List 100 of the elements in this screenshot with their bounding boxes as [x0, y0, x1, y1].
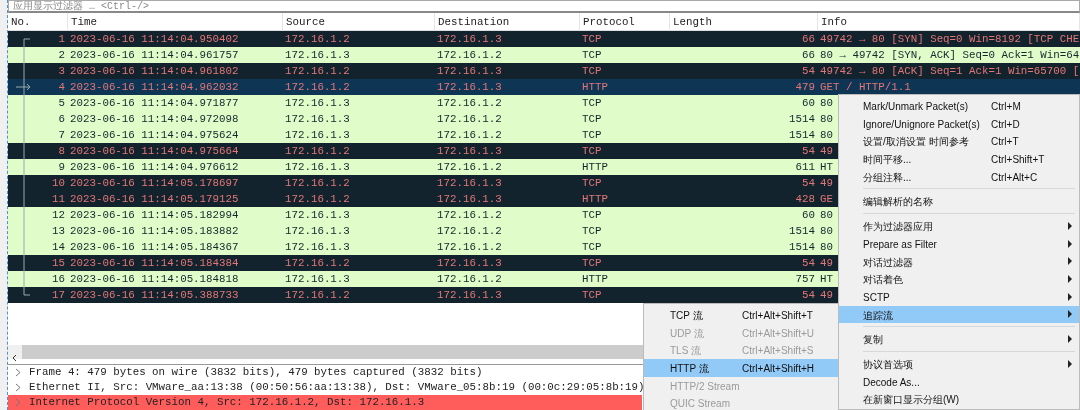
selected-tree-row[interactable]: Internet Protocol Version 4, Src: 172.16.1.2, Dst: 172.16.1.3 [8, 395, 642, 410]
table-cell: TCP [582, 65, 602, 77]
table-cell: 80 → 49742 [SYN, ACK] Seq=0 Ack=1 Win=64 [820, 49, 1080, 61]
table-cell: 428 [795, 193, 815, 205]
table-cell: 80 [820, 209, 833, 221]
table-cell: HTTP [582, 161, 608, 173]
table-cell: HTTP [582, 81, 608, 93]
packet-row[interactable]: 4 2023-06-16 11:14:04.962032 172.16.1.2 172.16.1.3 HTTP 479 GET / HTTP/1.1 [8, 79, 1080, 95]
table-cell: 172.16.1.2 [285, 257, 350, 269]
table-cell: 49 [820, 289, 833, 301]
table-cell: 2023-06-16 11:14:04.976612 [70, 161, 239, 173]
table-cell: 2023-06-16 11:14:04.961757 [70, 49, 239, 61]
table-cell: 2023-06-16 11:14:04.972098 [70, 113, 239, 125]
table-cell: GET / HTTP/1.1 [820, 81, 911, 93]
table-cell: 172.16.1.2 [437, 161, 502, 173]
packet-row[interactable]: 3 2023-06-16 11:14:04.961802 172.16.1.2 172.16.1.3 TCP 54 49742 → 80 [ACK] Seq=1 Ack=1 Win=65700 [ [8, 63, 1080, 79]
table-cell: 49 [820, 257, 833, 269]
table-cell: 172.16.1.2 [437, 241, 502, 253]
table-cell: 80 [820, 97, 833, 109]
table-cell: 479 [795, 81, 815, 93]
table-cell: 54 [802, 145, 815, 157]
menu-item[interactable]: Decode As... [839, 372, 1079, 391]
table-cell: 54 [802, 257, 815, 269]
table-cell: 172.16.1.3 [437, 145, 502, 157]
table-cell: 1514 [789, 241, 815, 253]
menu-item[interactable]: 追踪流 [839, 305, 1079, 324]
menu-item[interactable]: 在新窗口显示分组(W) [839, 390, 1079, 408]
table-cell: 7 [58, 129, 65, 141]
table-cell: 172.16.1.2 [437, 113, 502, 125]
table-cell: 172.16.1.3 [437, 257, 502, 269]
table-cell: TCP [582, 33, 602, 45]
table-cell: TCP [582, 257, 602, 269]
table-cell: 10 [52, 177, 65, 189]
menu-item[interactable]: HTTP 流 Ctrl+Alt+Shift+H [644, 359, 838, 377]
table-cell: 172.16.1.2 [437, 97, 502, 109]
table-cell: TCP [582, 97, 602, 109]
table-cell: 172.16.1.3 [437, 33, 502, 45]
table-cell: 1514 [789, 113, 815, 125]
table-cell: 172.16.1.2 [285, 193, 350, 205]
table-cell: 5 [58, 97, 65, 109]
table-cell: TCP [582, 177, 602, 189]
table-cell: 2023-06-16 11:14:05.184367 [70, 241, 239, 253]
table-cell: 2023-06-16 11:14:05.182994 [70, 209, 239, 221]
table-cell: 172.16.1.2 [285, 177, 350, 189]
menu-item[interactable]: 对话着色 [839, 270, 1079, 288]
table-cell: 14 [52, 241, 65, 253]
table-cell: 2023-06-16 11:14:04.962032 [70, 81, 239, 93]
table-cell: 1514 [789, 129, 815, 141]
table-cell: 611 [795, 161, 815, 173]
menu-item[interactable]: SCTP [839, 287, 1079, 306]
table-cell: 4 [58, 81, 65, 93]
table-cell: 172.16.1.3 [285, 129, 350, 141]
table-cell: TCP [582, 49, 602, 61]
table-cell: 15 [52, 257, 65, 269]
table-cell: 172.16.1.3 [285, 209, 350, 221]
packet-row[interactable]: 2 2023-06-16 11:14:04.961757 172.16.1.3 172.16.1.2 TCP 66 80 → 49742 [SYN, ACK] Seq=0 Ack=1 Win=64 [8, 47, 1080, 63]
table-cell: 80 [820, 113, 833, 125]
table-cell: 66 [802, 49, 815, 61]
packet-row[interactable]: 1 2023-06-16 11:14:04.950402 172.16.1.2 172.16.1.3 TCP 66 49742 → 80 [SYN] Seq=0 Win=8192 [TCP CHE [8, 31, 1080, 47]
table-cell: 172.16.1.3 [285, 97, 350, 109]
table-cell: 172.16.1.3 [437, 65, 502, 77]
table-cell: 172.16.1.3 [285, 49, 350, 61]
table-cell: 172.16.1.2 [285, 33, 350, 45]
menu-item[interactable]: 复制 [839, 330, 1079, 348]
table-cell: 13 [52, 225, 65, 237]
table-cell: 80 [820, 225, 833, 237]
menu-item[interactable]: TCP 流 Ctrl+Alt+Shift+T [644, 306, 838, 324]
table-cell: 172.16.1.3 [285, 241, 350, 253]
table-cell: 60 [802, 209, 815, 221]
table-cell: 172.16.1.3 [437, 177, 502, 189]
table-cell: 16 [52, 273, 65, 285]
table-cell: 6 [58, 113, 65, 125]
table-cell: 2023-06-16 11:14:05.183882 [70, 225, 239, 237]
menu-item[interactable]: 协议首选项 [839, 354, 1079, 373]
table-cell: 2023-06-16 11:14:05.388733 [70, 289, 239, 301]
table-cell: 172.16.1.3 [285, 273, 350, 285]
table-cell: 2023-06-16 11:14:04.975624 [70, 129, 239, 141]
table-cell: 172.16.1.3 [437, 193, 502, 205]
table-cell: 172.16.1.2 [437, 225, 502, 237]
submenu-arrow-icon [1067, 359, 1073, 368]
table-cell: 8 [58, 145, 65, 157]
table-cell: 172.16.1.3 [437, 81, 502, 93]
table-cell: 172.16.1.2 [437, 209, 502, 221]
table-cell: 1 [58, 33, 65, 45]
table-cell: GE [820, 193, 833, 205]
table-cell: TCP [582, 209, 602, 221]
table-cell: TCP [582, 113, 602, 125]
table-cell: 2023-06-16 11:14:04.961802 [70, 65, 239, 77]
menu-item[interactable]: 对话过滤器 [839, 252, 1079, 271]
table-cell: 9 [58, 161, 65, 173]
table-cell: 49742 → 80 [SYN] Seq=0 Win=8192 [TCP CHE [820, 33, 1080, 45]
table-cell: 172.16.1.2 [285, 289, 350, 301]
table-cell: 2023-06-16 11:14:05.184818 [70, 273, 239, 285]
table-cell: TCP [582, 129, 602, 141]
table-cell: 172.16.1.2 [437, 129, 502, 141]
table-cell: 172.16.1.2 [285, 145, 350, 157]
tree-label: Internet Protocol Version 4, Src: 172.16.1.2, Dst: 172.16.1.3 [28, 395, 425, 410]
table-cell: 54 [802, 289, 815, 301]
table-cell: 49 [820, 145, 833, 157]
table-cell: 2023-06-16 11:14:04.975664 [70, 145, 239, 157]
